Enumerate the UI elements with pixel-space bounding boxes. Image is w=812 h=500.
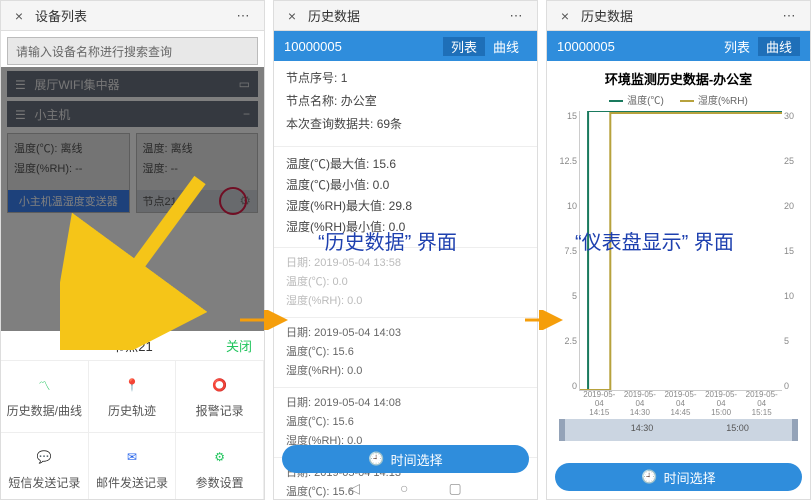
tab-list[interactable]: 列表 (716, 37, 758, 56)
close-icon[interactable]: × (282, 8, 302, 24)
device-id: 10000005 (284, 39, 443, 54)
menu-item-2[interactable]: ⭕报警记录 (176, 361, 264, 433)
nav-back-icon[interactable]: ◁ (349, 480, 360, 497)
menu-item-3[interactable]: 💬短信发送记录 (1, 433, 89, 500)
close-icon[interactable]: × (555, 8, 575, 24)
panel2-titlebar: × 历史数据 ⋯ (274, 1, 537, 31)
search-input[interactable]: 请输入设备名称进行搜索查询 (7, 37, 258, 65)
more-icon[interactable]: ⋯ (505, 8, 529, 24)
chart-area: 1512.5107.552.50 302520151050 2019-05-04… (551, 111, 806, 411)
menu-item-4[interactable]: ✉邮件发送记录 (89, 433, 177, 500)
nav-bar: ◁ ○ ▢ (274, 477, 537, 499)
tab-chart[interactable]: 曲线 (485, 37, 527, 56)
tab-list[interactable]: 列表 (443, 37, 485, 56)
action-sheet: 节点21 关闭 〽历史数据/曲线📍历史轨迹⭕报警记录 💬短信发送记录✉邮件发送记录… (1, 331, 264, 500)
tab-chart[interactable]: 曲线 (758, 37, 800, 56)
more-icon[interactable]: ⋯ (232, 8, 256, 24)
sheet-close-button[interactable]: 关闭 (214, 336, 264, 355)
history-record: 日期: 2019-05-04 14:03温度(℃): 15.6湿度(%RH): … (274, 318, 537, 388)
node-info: 节点序号: 1 节点名称: 办公室 本次查询数据共: 69条 (274, 61, 537, 147)
panel1-titlebar: × 设备列表 ⋯ (1, 1, 264, 31)
caption-dashboard: “仪表盘显示” 界面 (575, 226, 734, 255)
panel1-title: 设备列表 (29, 6, 232, 25)
chart-legend: 温度(℃) 湿度(%RH) (547, 88, 810, 111)
time-select-button[interactable]: 🕘时间选择 (555, 463, 802, 491)
nav-home-icon[interactable]: ○ (400, 480, 408, 496)
panel3-title: 历史数据 (575, 6, 778, 25)
panel2-title: 历史数据 (302, 6, 505, 25)
device-tab-bar: 10000005 列表 曲线 (274, 31, 537, 61)
nav-recent-icon[interactable]: ▢ (449, 480, 462, 497)
more-icon[interactable]: ⋯ (778, 8, 802, 24)
caption-history: “历史数据” 界面 (318, 226, 457, 255)
chart-title: 环境监测历史数据-办公室 (547, 61, 810, 88)
menu-item-1[interactable]: 📍历史轨迹 (89, 361, 177, 433)
device-list-panel: × 设备列表 ⋯ 请输入设备名称进行搜索查询 ☰ 展厅WIFI集中器 ▭ ☰ 小… (0, 0, 265, 500)
panel3-titlebar: × 历史数据 ⋯ (547, 1, 810, 31)
menu-item-5[interactable]: ⚙参数设置 (176, 433, 264, 500)
time-select-button[interactable]: 🕘时间选择 (282, 445, 529, 473)
close-icon[interactable]: × (9, 8, 29, 24)
device-id: 10000005 (557, 39, 716, 54)
history-record: 日期: 2019-05-04 13:58温度(℃): 0.0湿度(%RH): 0… (274, 248, 537, 318)
sheet-title: 节点21 (51, 336, 214, 355)
menu-item-0[interactable]: 〽历史数据/曲线 (1, 361, 89, 433)
device-tab-bar: 10000005 列表 曲线 (547, 31, 810, 61)
time-slider[interactable]: 14:30 15:00 (559, 419, 798, 441)
